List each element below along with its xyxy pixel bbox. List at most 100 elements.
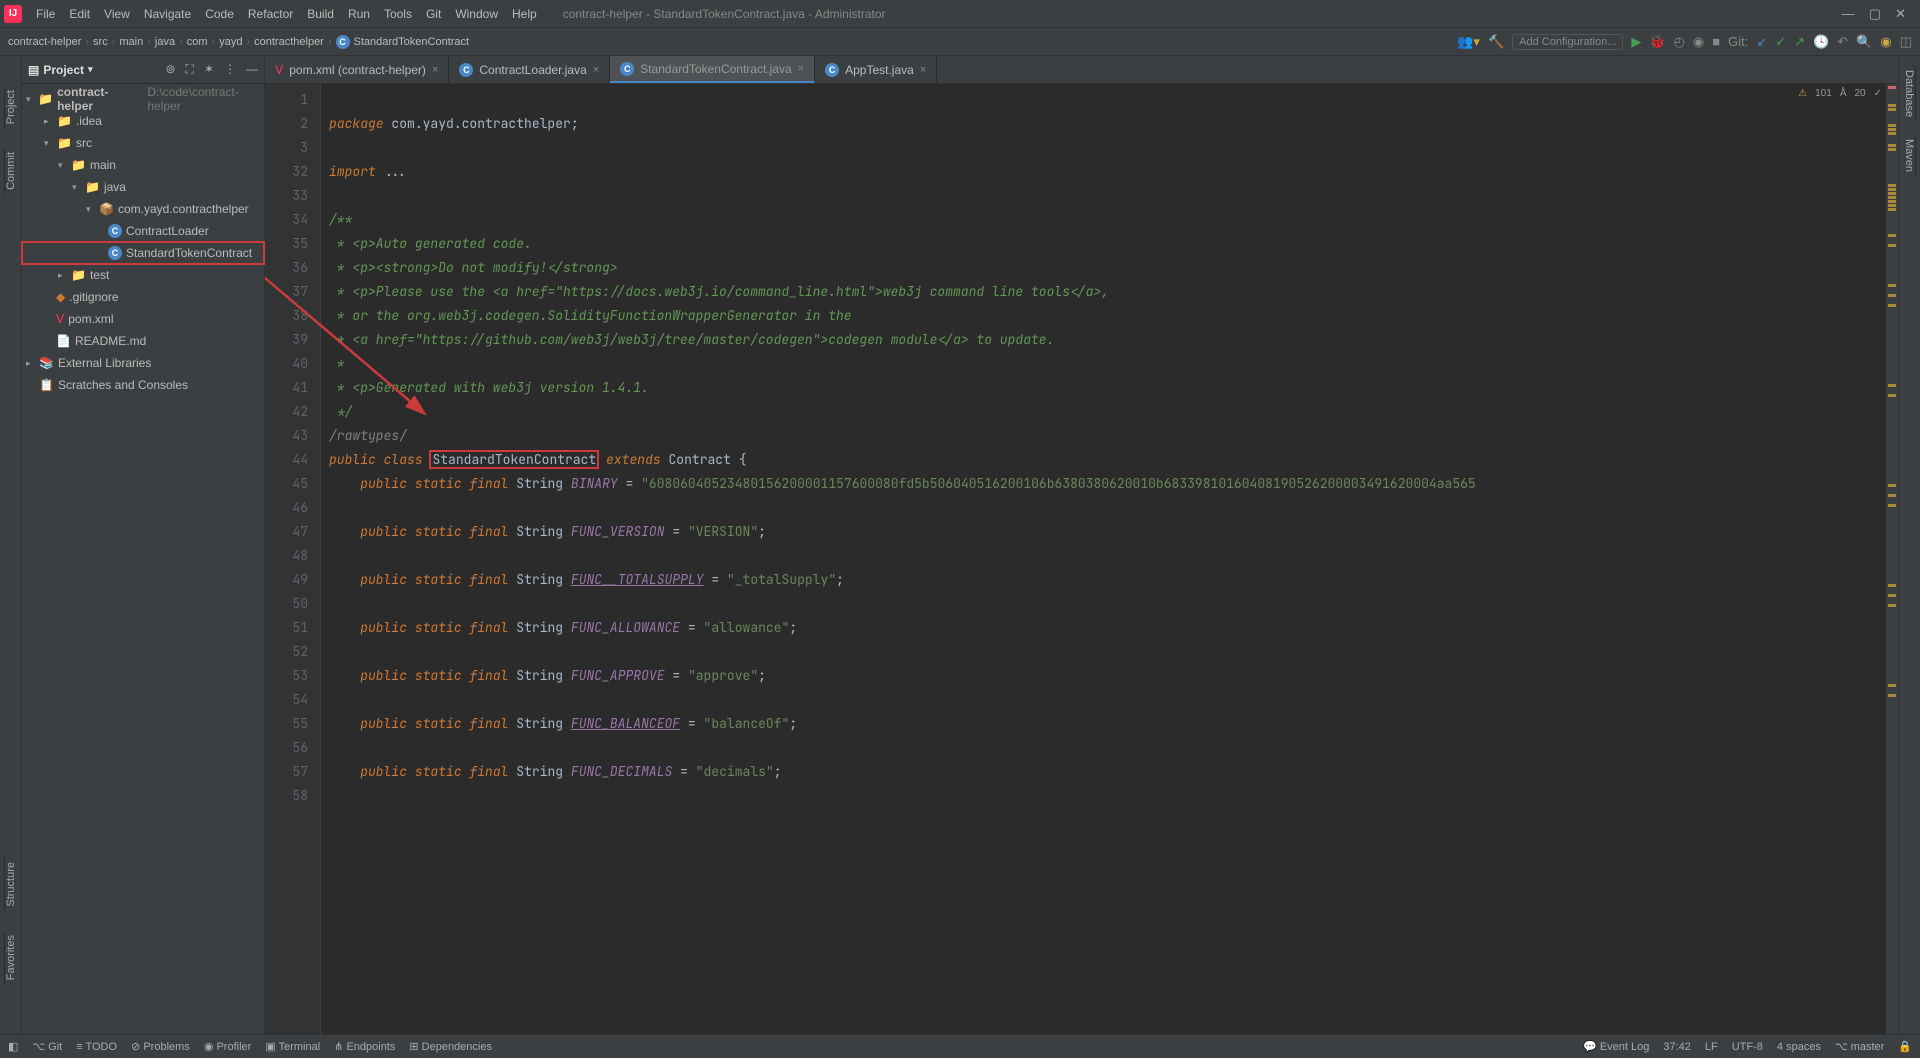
toggle-tools-icon[interactable]: ◧ — [8, 1040, 18, 1053]
menu-build[interactable]: Build — [301, 5, 340, 23]
line-separator[interactable]: LF — [1705, 1041, 1718, 1053]
breadcrumb-item[interactable]: src — [93, 36, 108, 48]
breadcrumb-item[interactable]: main — [119, 36, 143, 48]
select-opened-icon[interactable]: ⊚ — [165, 62, 175, 77]
tab-contractloader[interactable]: CContractLoader.java× — [449, 56, 610, 83]
search-icon[interactable]: 🔍 — [1856, 34, 1872, 50]
close-tab-icon[interactable]: × — [798, 63, 804, 75]
git-commit-icon[interactable]: ✓ — [1775, 34, 1786, 50]
class-icon: C — [336, 35, 350, 49]
tree-item[interactable]: ◆.gitignore — [22, 286, 264, 308]
git-rollback-icon[interactable]: ↶ — [1837, 34, 1848, 50]
run-icon[interactable]: ▶ — [1631, 34, 1641, 50]
title-bar: IJ File Edit View Navigate Code Refactor… — [0, 0, 1920, 28]
menu-view[interactable]: View — [98, 5, 136, 23]
menu-edit[interactable]: Edit — [63, 5, 96, 23]
minimize-icon[interactable]: — — [1842, 6, 1855, 22]
commit-tool-tab[interactable]: Commit — [4, 148, 17, 194]
tree-item[interactable]: ▾📁java — [22, 176, 264, 198]
error-stripe[interactable] — [1886, 84, 1898, 1034]
tree-item[interactable]: Ⅴpom.xml — [22, 308, 264, 330]
close-tab-icon[interactable]: × — [432, 64, 438, 76]
tree-item[interactable]: 📋Scratches and Consoles — [22, 374, 264, 396]
event-log[interactable]: 💬 Event Log — [1583, 1040, 1649, 1053]
tree-item[interactable]: CContractLoader — [22, 220, 264, 242]
profiler-tool[interactable]: ◉ Profiler — [204, 1040, 252, 1053]
profile-icon[interactable]: ◉ — [1693, 34, 1704, 50]
breadcrumb: contract-helper› src› main› java› com› y… — [8, 35, 469, 49]
indent-setting[interactable]: 4 spaces — [1777, 1041, 1821, 1053]
maximize-icon[interactable]: ▢ — [1869, 6, 1881, 22]
close-tab-icon[interactable]: × — [593, 64, 599, 76]
close-tab-icon[interactable]: × — [920, 64, 926, 76]
maven-tool-tab[interactable]: Maven — [1903, 135, 1916, 176]
stop-icon[interactable]: ■ — [1712, 34, 1720, 49]
breadcrumb-item[interactable]: com — [187, 36, 208, 48]
tree-item[interactable]: ▾📁src — [22, 132, 264, 154]
tree-item-standardtokencontract[interactable]: CStandardTokenContract — [22, 242, 264, 264]
tab-apptest[interactable]: CAppTest.java× — [815, 56, 937, 83]
git-update-icon[interactable]: ↙ — [1756, 34, 1767, 50]
menu-code[interactable]: Code — [199, 5, 240, 23]
menu-run[interactable]: Run — [342, 5, 376, 23]
expand-all-icon[interactable]: ⛶ — [186, 62, 194, 77]
window-controls: — ▢ ✕ — [1842, 6, 1916, 22]
git-push-icon[interactable]: ↗ — [1794, 34, 1805, 50]
database-tool-tab[interactable]: Database — [1903, 66, 1916, 121]
code-with-me-icon[interactable]: 👥▾ — [1457, 34, 1480, 50]
inspection-widget[interactable]: ⚠101 Å20 ✓ — [1798, 88, 1882, 99]
close-icon[interactable]: ✕ — [1895, 6, 1906, 22]
tree-item[interactable]: ▸📁.idea — [22, 110, 264, 132]
breadcrumb-item[interactable]: java — [155, 36, 175, 48]
menu-tools[interactable]: Tools — [378, 5, 418, 23]
ide-update-icon[interactable]: ◫ — [1900, 34, 1912, 50]
tab-standardtokencontract[interactable]: CStandardTokenContract.java× — [610, 56, 815, 83]
breadcrumb-item[interactable]: StandardTokenContract — [354, 36, 470, 48]
endpoints-tool[interactable]: ⋔ Endpoints — [334, 1040, 395, 1053]
menu-file[interactable]: File — [30, 5, 61, 23]
gutter[interactable]: 1233233343536373839404142434445464748495… — [265, 84, 321, 1034]
tree-item[interactable]: ▾📦com.yayd.contracthelper — [22, 198, 264, 220]
project-panel-title[interactable]: Project — [43, 63, 84, 77]
git-tool[interactable]: ⌥ Git — [32, 1040, 62, 1053]
project-tree[interactable]: ▾📁contract-helper D:\code\contract-helpe… — [22, 84, 264, 400]
maven-icon: Ⅴ — [275, 63, 283, 77]
problems-tool[interactable]: ⊘ Problems — [131, 1040, 190, 1053]
tab-pom[interactable]: Ⅴpom.xml (contract-helper)× — [265, 56, 449, 83]
project-tool-tab[interactable]: Project — [4, 86, 17, 128]
menu-navigate[interactable]: Navigate — [138, 5, 197, 23]
structure-tool-tab[interactable]: Structure — [4, 858, 17, 911]
terminal-tool[interactable]: ▣ Terminal — [265, 1040, 320, 1053]
menu-help[interactable]: Help — [506, 5, 543, 23]
code-content[interactable]: package com.yayd.contracthelper; import … — [321, 84, 1886, 1034]
file-encoding[interactable]: UTF-8 — [1732, 1041, 1763, 1053]
settings-icon[interactable]: ◉ — [1880, 34, 1891, 50]
editor-body[interactable]: ⚠101 Å20 ✓ 12332333435363738394041424344… — [265, 84, 1898, 1034]
build-icon[interactable]: 🔨 — [1488, 34, 1504, 50]
coverage-icon[interactable]: ◴ — [1674, 34, 1685, 50]
tree-item[interactable]: ▸📚External Libraries — [22, 352, 264, 374]
breadcrumb-item[interactable]: contracthelper — [254, 36, 324, 48]
git-history-icon[interactable]: 🕓 — [1813, 34, 1829, 50]
project-view-icon[interactable]: ▤ — [28, 63, 39, 77]
git-branch[interactable]: ⌥ master — [1835, 1040, 1884, 1053]
todo-tool[interactable]: ≡ TODO — [76, 1041, 117, 1053]
tree-item[interactable]: 📄README.md — [22, 330, 264, 352]
lock-icon[interactable]: 🔒 — [1898, 1040, 1912, 1053]
favorites-tool-tab[interactable]: Favorites — [4, 931, 17, 984]
tree-item[interactable]: ▾📁main — [22, 154, 264, 176]
tree-root[interactable]: ▾📁contract-helper D:\code\contract-helpe… — [22, 88, 264, 110]
hide-icon[interactable]: — — [246, 62, 258, 77]
menu-refactor[interactable]: Refactor — [242, 5, 299, 23]
collapse-icon[interactable]: ✶ — [204, 62, 214, 77]
tree-item[interactable]: ▸📁test — [22, 264, 264, 286]
breadcrumb-item[interactable]: contract-helper — [8, 36, 81, 48]
settings-icon[interactable]: ⋮ — [224, 62, 236, 77]
add-configuration-button[interactable]: Add Configuration... — [1512, 34, 1623, 50]
menu-window[interactable]: Window — [449, 5, 504, 23]
debug-icon[interactable]: 🐞 — [1649, 34, 1665, 50]
menu-git[interactable]: Git — [420, 5, 447, 23]
caret-position[interactable]: 37:42 — [1663, 1041, 1691, 1053]
breadcrumb-item[interactable]: yayd — [219, 36, 242, 48]
dependencies-tool[interactable]: ⊞ Dependencies — [409, 1040, 492, 1053]
